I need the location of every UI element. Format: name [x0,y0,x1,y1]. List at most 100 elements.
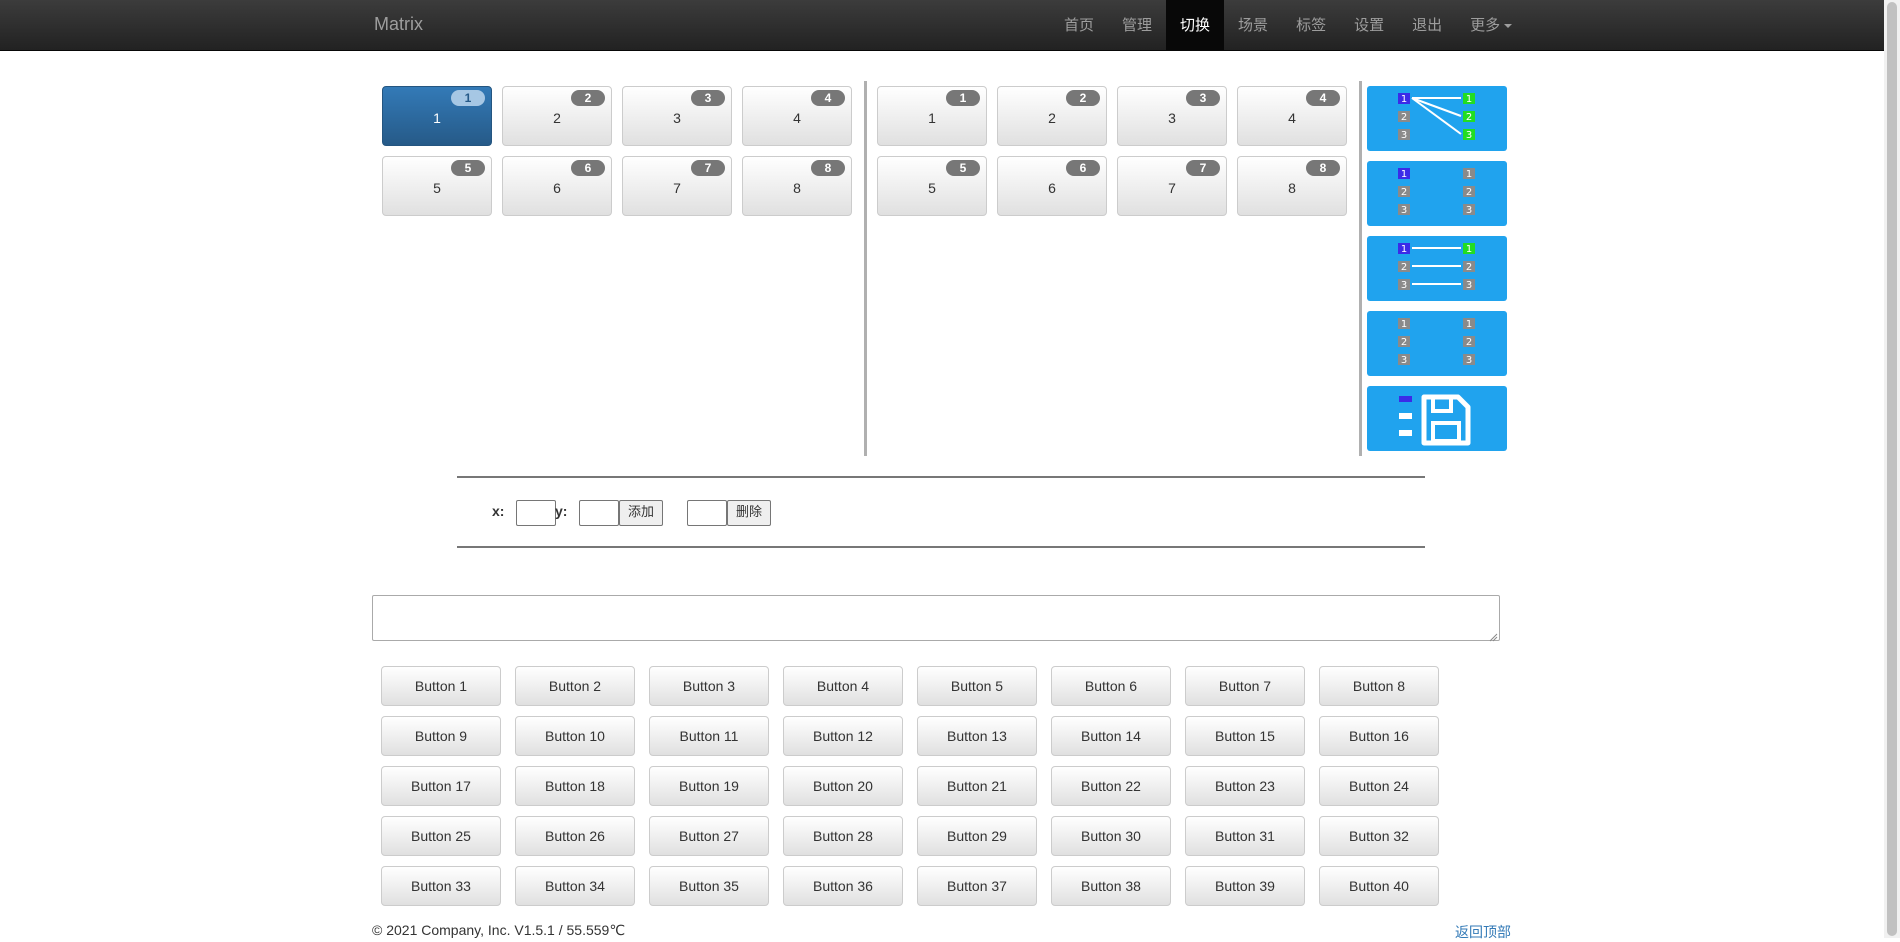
grid-button-21[interactable]: Button 21 [917,766,1037,806]
grid-button-23[interactable]: Button 23 [1185,766,1305,806]
input-tile-4[interactable]: 44 [742,86,852,146]
add-button[interactable]: 添加 [619,500,663,526]
grid-button-14[interactable]: Button 14 [1051,716,1171,756]
input-tile-label: 5 [433,180,441,196]
svg-text:1: 1 [1401,319,1407,330]
preset-save-button[interactable] [1367,386,1507,451]
preset-clear-button[interactable]: 1 2 3 1 2 3 [1367,311,1507,376]
output-tile-7[interactable]: 77 [1117,156,1227,216]
output-tile-2[interactable]: 22 [997,86,1107,146]
input-tile-5[interactable]: 55 [382,156,492,216]
svg-text:2: 2 [1401,262,1407,273]
input-tile-1[interactable]: 11 [382,86,492,146]
preset-fan-out-button[interactable]: 1 2 3 1 2 3 [1367,86,1507,151]
nav-item-scene[interactable]: 场景 [1224,0,1282,51]
output-tile-5[interactable]: 55 [877,156,987,216]
grid-button-2[interactable]: Button 2 [515,666,635,706]
input-tile-label: 3 [673,110,681,126]
grid-button-32[interactable]: Button 32 [1319,816,1439,856]
grid-button-6[interactable]: Button 6 [1051,666,1171,706]
grid-button-10[interactable]: Button 10 [515,716,635,756]
input-tile-badge: 8 [811,160,845,176]
grid-button-5[interactable]: Button 5 [917,666,1037,706]
input-tile-7[interactable]: 77 [622,156,732,216]
divider-outputs-presets [1359,81,1362,456]
grid-button-1[interactable]: Button 1 [381,666,501,706]
grid-button-27[interactable]: Button 27 [649,816,769,856]
input-tile-8[interactable]: 88 [742,156,852,216]
grid-button-36[interactable]: Button 36 [783,866,903,906]
nav-item-more[interactable]: 更多 [1456,0,1526,51]
grid-button-37[interactable]: Button 37 [917,866,1037,906]
grid-button-4[interactable]: Button 4 [783,666,903,706]
grid-button-24[interactable]: Button 24 [1319,766,1439,806]
grid-button-39[interactable]: Button 39 [1185,866,1305,906]
nav-item-logout[interactable]: 退出 [1398,0,1456,51]
resize-grip-icon[interactable] [1488,629,1498,642]
grid-button-8[interactable]: Button 8 [1319,666,1439,706]
grid-button-9[interactable]: Button 9 [381,716,501,756]
grid-button-34[interactable]: Button 34 [515,866,635,906]
grid-button-11[interactable]: Button 11 [649,716,769,756]
grid-button-16[interactable]: Button 16 [1319,716,1439,756]
grid-button-25[interactable]: Button 25 [381,816,501,856]
preset-one-to-one-button[interactable]: 1 2 3 1 2 3 [1367,236,1507,301]
output-tile-4[interactable]: 44 [1237,86,1347,146]
grid-button-30[interactable]: Button 30 [1051,816,1171,856]
delete-input[interactable] [687,500,727,526]
output-tile-1[interactable]: 11 [877,86,987,146]
grid-button-3[interactable]: Button 3 [649,666,769,706]
floppy-save-icon [1399,394,1471,446]
delete-button[interactable]: 删除 [727,500,771,526]
grid-button-31[interactable]: Button 31 [1185,816,1305,856]
grid-button-35[interactable]: Button 35 [649,866,769,906]
grid-button-26[interactable]: Button 26 [515,816,635,856]
nav-item-switch[interactable]: 切换 [1166,0,1225,51]
input-tile-3[interactable]: 33 [622,86,732,146]
back-to-top-link[interactable]: 返回顶部 [1455,922,1511,942]
parallel-routing-icon: 1 2 3 1 2 3 [1398,243,1475,291]
unrouted-grid-icon: 1 2 3 1 2 3 [1398,168,1475,216]
grid-button-33[interactable]: Button 33 [381,866,501,906]
output-tile-label: 7 [1168,180,1176,196]
output-tile-6[interactable]: 66 [997,156,1107,216]
grid-button-19[interactable]: Button 19 [649,766,769,806]
grid-button-13[interactable]: Button 13 [917,716,1037,756]
input-tile-label: 4 [793,110,801,126]
page-scrollbar[interactable] [1884,0,1900,938]
input-tile-badge: 5 [451,160,485,176]
scrollbar-thumb[interactable] [1887,2,1897,936]
grid-button-29[interactable]: Button 29 [917,816,1037,856]
nav-item-home[interactable]: 首页 [1050,0,1108,51]
grid-button-17[interactable]: Button 17 [381,766,501,806]
grid-button-15[interactable]: Button 15 [1185,716,1305,756]
output-tile-badge: 5 [946,160,980,176]
y-input[interactable] [579,500,619,526]
grid-button-12[interactable]: Button 12 [783,716,903,756]
output-tile-3[interactable]: 33 [1117,86,1227,146]
top-separator [457,476,1425,478]
grid-button-20[interactable]: Button 20 [783,766,903,806]
svg-text:1: 1 [1401,169,1407,180]
svg-text:1: 1 [1401,244,1407,255]
brand-logo[interactable]: Matrix [374,14,423,35]
y-label: y: [555,503,568,519]
nav-item-settings[interactable]: 设置 [1340,0,1398,51]
grid-button-18[interactable]: Button 18 [515,766,635,806]
nav-item-manage[interactable]: 管理 [1108,0,1166,51]
svg-text:2: 2 [1401,112,1407,123]
output-tile-8[interactable]: 88 [1237,156,1347,216]
grid-button-7[interactable]: Button 7 [1185,666,1305,706]
grid-button-40[interactable]: Button 40 [1319,866,1439,906]
input-tile-2[interactable]: 22 [502,86,612,146]
command-textarea[interactable] [372,595,1500,641]
grid-button-22[interactable]: Button 22 [1051,766,1171,806]
preset-unrouted-button[interactable]: 1 2 3 1 2 3 [1367,161,1507,226]
nav-item-label[interactable]: 标签 [1282,0,1340,51]
svg-text:1: 1 [1466,94,1472,105]
svg-text:3: 3 [1401,205,1407,216]
x-input[interactable] [516,500,556,526]
grid-button-28[interactable]: Button 28 [783,816,903,856]
grid-button-38[interactable]: Button 38 [1051,866,1171,906]
input-tile-6[interactable]: 66 [502,156,612,216]
